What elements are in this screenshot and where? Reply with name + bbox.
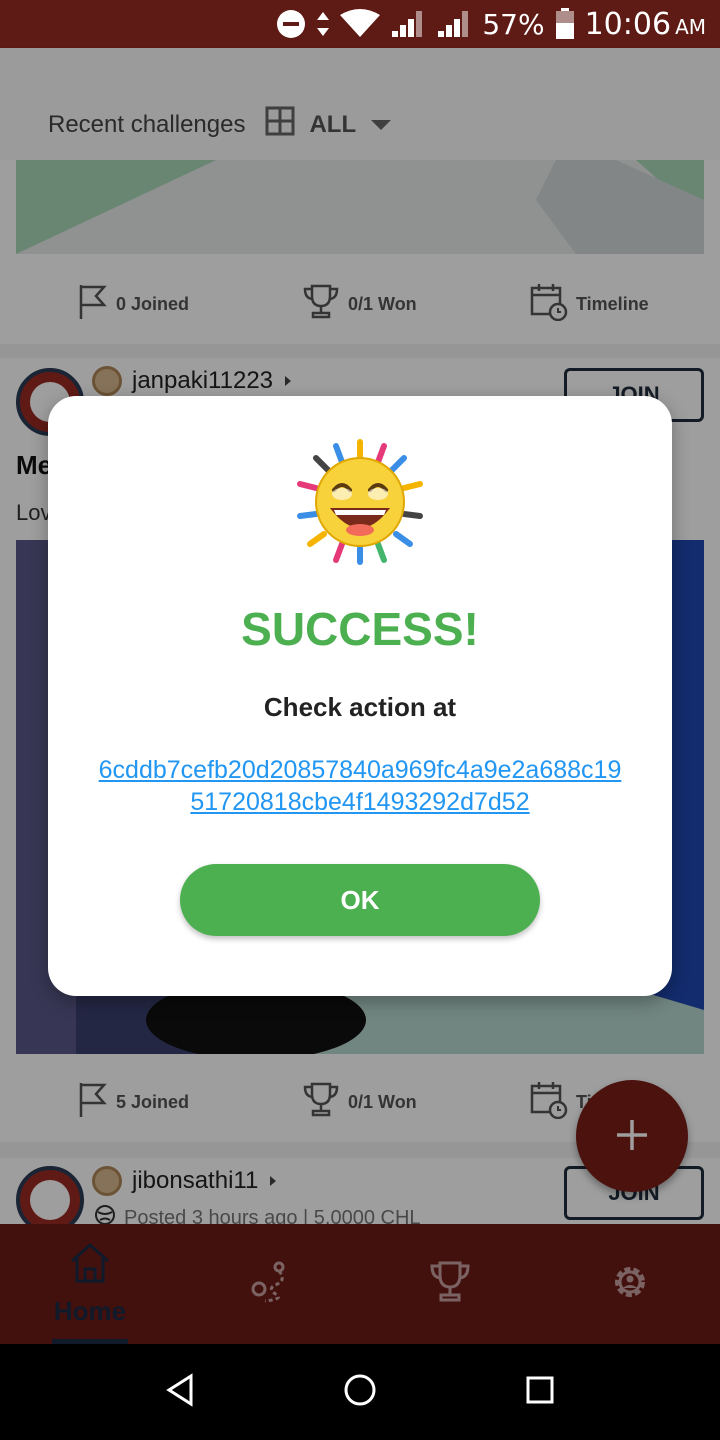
- clock: 10:06 AM: [585, 7, 706, 42]
- back-button[interactable]: [156, 1368, 204, 1416]
- success-dialog: SUCCESS! Check action at 6cddb7cefb20d20…: [48, 396, 672, 996]
- signal-icon-2: [436, 9, 472, 39]
- do-not-disturb-icon: [276, 9, 306, 39]
- system-nav-bar: [0, 1344, 720, 1440]
- ok-button[interactable]: OK: [180, 864, 540, 936]
- laughing-emoji-icon: [296, 438, 424, 566]
- data-arrows-icon: [316, 10, 330, 38]
- status-bar: 57% 10:06 AM: [0, 0, 720, 48]
- battery-percent: 57%: [482, 7, 545, 41]
- clock-ampm: AM: [675, 14, 706, 39]
- recents-button[interactable]: [516, 1368, 564, 1416]
- back-icon: [165, 1372, 195, 1412]
- dialog-title: SUCCESS!: [241, 603, 479, 655]
- square-icon: [525, 1375, 555, 1410]
- app-screen: 57% 10:06 AM Recent challenges ALL 0 Joi…: [0, 0, 720, 1440]
- clock-time: 10:06: [584, 6, 672, 42]
- wifi-icon: [340, 9, 381, 39]
- home-button[interactable]: [336, 1368, 384, 1416]
- transaction-hash-link[interactable]: 6cddb7cefb20d20857840a969fc4a9e2a688c195…: [96, 754, 624, 818]
- dialog-message: Check action at: [263, 692, 457, 722]
- battery-icon: [555, 8, 575, 40]
- circle-icon: [343, 1373, 377, 1412]
- signal-icon-1: [390, 9, 426, 39]
